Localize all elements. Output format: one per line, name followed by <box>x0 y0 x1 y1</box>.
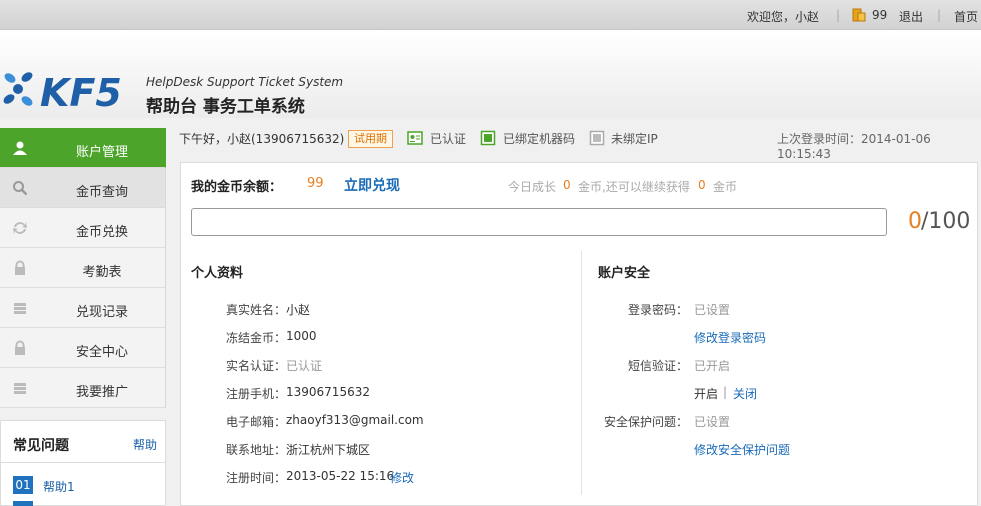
sidebar-item-promote[interactable]: 我要推广 <box>0 368 166 408</box>
header: KF5 HelpDesk Support Ticket System 帮助台 事… <box>0 30 981 118</box>
lock-icon <box>15 260 25 275</box>
sidebar-item-label: 账户管理 <box>75 145 128 160</box>
sidebar-item-coin-exchange[interactable]: 金币兑换 <box>0 208 166 248</box>
real-name-auth-value: 已认证 <box>286 359 323 373</box>
id-card-icon <box>407 131 423 145</box>
logout-link[interactable]: 退出 <box>899 8 923 25</box>
greeting-text: 下午好，小赵(13906715632) <box>179 132 345 146</box>
growth-remain: 0 <box>698 178 706 192</box>
account-panel: 我的金币余额： 99 立即兑现 今日成长 0 金币,还可以继续获得 0 金币 0… <box>180 162 978 506</box>
frozen-coins-value: 1000 <box>286 329 317 343</box>
balance-label: 我的金币余额： <box>191 180 283 195</box>
coins-icon <box>852 8 866 22</box>
sms-label: 短信验证： <box>627 359 688 373</box>
ip-icon <box>589 130 605 146</box>
divider: | <box>723 385 728 399</box>
faq-item-link[interactable]: 帮助1 <box>43 478 75 495</box>
growth-mid: 金币,还可以继续获得 <box>578 180 690 194</box>
sms-status: 已开启 <box>694 359 731 373</box>
machine-status: 已绑定机器码 <box>503 132 576 146</box>
growth-today: 0 <box>563 178 571 192</box>
growth-suffix: 金币 <box>713 180 738 194</box>
user-icon <box>13 141 27 155</box>
divider: | <box>836 8 841 22</box>
progress-current: 0 <box>908 209 922 234</box>
verified-status: 已认证 <box>430 132 467 146</box>
sidebar-item-coin-query[interactable]: 金币查询 <box>0 168 166 208</box>
sms-on-option[interactable]: 开启 <box>694 385 718 402</box>
faq-title: 常见问题 <box>13 438 69 454</box>
logo-mark-icon <box>3 72 33 106</box>
change-password-link[interactable]: 修改登录密码 <box>694 329 766 346</box>
sidebar-item-label: 我要推广 <box>75 385 128 400</box>
cash-out-link[interactable]: 立即兑现 <box>344 175 400 195</box>
lock-icon <box>15 340 25 355</box>
coin-count: 99 <box>872 8 888 22</box>
email-value: zhaoyf313@gmail.com <box>286 413 424 427</box>
last-login-time: 上次登录时间：2014-01-06 10:15:43 <box>777 132 931 161</box>
field-label: 电子邮箱： <box>225 415 286 429</box>
growth-prefix: 今日成长 <box>508 180 557 194</box>
faq-panel: 常见问题 帮助 01 帮助1 <box>0 420 166 506</box>
field-label: 注册手机： <box>225 387 286 401</box>
machine-code-icon <box>480 130 496 146</box>
sidebar-item-security[interactable]: 安全中心 <box>0 328 166 368</box>
sidebar: 账户管理 金币查询 金币兑换 考勤表 兑现记录 安全中心 我要推广 <box>0 128 166 410</box>
faq-help-link[interactable]: 帮助 <box>133 436 157 453</box>
trial-badge: 试用期 <box>348 130 393 148</box>
sidebar-item-attendance[interactable]: 考勤表 <box>0 248 166 288</box>
coin-progress-bar <box>191 208 887 236</box>
exchange-icon <box>13 222 27 234</box>
logo-title: 帮助台 事务工单系统 <box>146 97 305 117</box>
password-status: 已设置 <box>694 303 731 317</box>
sidebar-item-label: 安全中心 <box>75 345 128 360</box>
field-label: 实名认证： <box>225 359 286 373</box>
faq-item-number: 01 <box>13 476 33 494</box>
real-name-value: 小赵 <box>286 303 311 317</box>
stack-icon <box>14 383 26 394</box>
field-label: 注册时间： <box>225 471 286 485</box>
progress-max: /100 <box>921 209 971 234</box>
kf5-logo[interactable]: KF5 <box>0 66 140 112</box>
field-label: 联系地址： <box>225 443 286 457</box>
security-question-status: 已设置 <box>694 415 731 429</box>
change-security-question-link[interactable]: 修改安全保护问题 <box>694 441 790 458</box>
search-icon <box>13 181 28 196</box>
ip-status: 未绑定IP <box>611 132 658 146</box>
edit-profile-link[interactable]: 修改 <box>390 469 414 486</box>
logo-tagline: HelpDesk Support Ticket System <box>146 75 344 89</box>
faq-header: 常见问题 帮助 <box>1 421 165 463</box>
sidebar-item-account[interactable]: 账户管理 <box>0 128 166 168</box>
security-title: 账户安全 <box>598 266 651 281</box>
field-label: 冻结金币： <box>225 331 286 345</box>
sidebar-item-label: 金币兑换 <box>75 225 128 240</box>
profile-title: 个人资料 <box>191 266 244 281</box>
home-link[interactable]: 首页 <box>954 8 978 25</box>
phone-value: 13906715632 <box>286 385 370 399</box>
sidebar-item-label: 考勤表 <box>82 265 122 280</box>
field-label: 真实姓名： <box>225 303 286 317</box>
address-value: 浙江杭州下城区 <box>286 443 371 457</box>
welcome-text: 欢迎您，小赵 <box>747 10 820 24</box>
sidebar-item-label: 金币查询 <box>75 185 128 200</box>
logo-brand: KF5 <box>40 71 122 112</box>
section-divider <box>581 251 582 495</box>
sidebar-item-label: 兑现记录 <box>75 305 128 320</box>
faq-item-number-partial <box>13 501 33 506</box>
register-time-value: 2013-05-22 15:16 <box>286 469 395 483</box>
stack-icon <box>14 303 26 314</box>
security-question-label: 安全保护问题： <box>603 415 688 429</box>
balance-value: 99 <box>307 176 324 191</box>
divider: | <box>937 8 942 22</box>
password-label: 登录密码： <box>627 303 688 317</box>
top-bar: 欢迎您，小赵 | 99 退出 | 首页 <box>0 0 981 30</box>
sidebar-item-cash-records[interactable]: 兑现记录 <box>0 288 166 328</box>
sms-off-link[interactable]: 关闭 <box>733 385 757 402</box>
